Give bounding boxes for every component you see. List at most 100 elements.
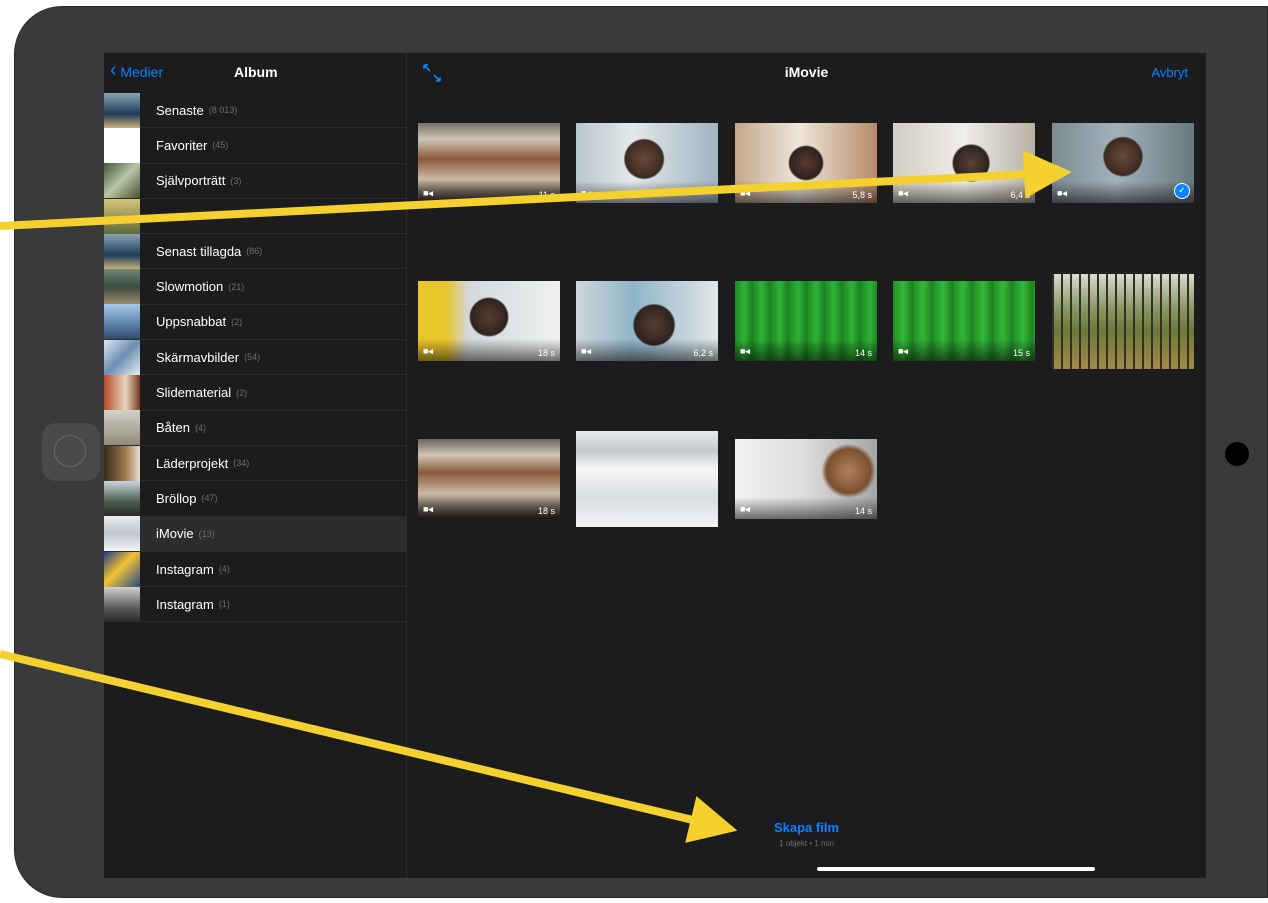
album-sidebar: ‹ Medier Album Senaste (8 013) Favoriter… bbox=[104, 53, 407, 878]
page-title: iMovie bbox=[784, 64, 829, 80]
video-camera-icon: ■◂ bbox=[740, 346, 750, 356]
album-thumbnail bbox=[104, 304, 140, 340]
home-button[interactable] bbox=[42, 423, 100, 481]
video-camera-icon: ■◂ bbox=[898, 346, 908, 356]
album-thumbnail bbox=[104, 92, 140, 128]
album-name: Bröllop bbox=[156, 490, 197, 506]
album-thumbnail bbox=[104, 127, 140, 163]
album-count: (1) bbox=[218, 599, 230, 610]
media-tile[interactable]: ■◂ 14 s bbox=[735, 281, 877, 361]
album-name: Slidematerial bbox=[156, 385, 232, 401]
album-name: Senast tillagda bbox=[156, 243, 242, 259]
album-item[interactable]: Bröllop (47) bbox=[104, 480, 406, 517]
album-thumbnail bbox=[104, 586, 140, 622]
album-item[interactable]: Slidematerial (2) bbox=[104, 375, 406, 411]
album-name: Skärmavbilder bbox=[156, 349, 240, 365]
album-count: (4) bbox=[194, 422, 206, 433]
video-camera-icon: ■◂ bbox=[423, 504, 433, 514]
create-movie-button[interactable]: Skapa film bbox=[407, 820, 1206, 835]
album-thumbnail bbox=[104, 233, 140, 269]
album-item[interactable]: Slowmotion (21) bbox=[104, 269, 406, 305]
album-thumbnail bbox=[104, 375, 140, 411]
album-item[interactable]: Läderprojekt (34) bbox=[104, 445, 406, 482]
album-thumbnail bbox=[104, 410, 140, 446]
media-tile[interactable]: ■◂ bbox=[576, 123, 718, 203]
media-tile[interactable]: ■◂ 6,4 s bbox=[893, 123, 1035, 203]
album-name: Läderprojekt bbox=[156, 455, 229, 471]
album-name: Båten bbox=[156, 420, 190, 436]
media-tile[interactable]: ■◂ 15 s bbox=[893, 281, 1035, 361]
album-thumbnail bbox=[104, 516, 140, 552]
album-name: Uppsnabbat bbox=[156, 314, 227, 330]
media-grid-panel: iMovie Avbryt ■◂ 11 s ■◂ ■◂ 5,8 s ■◂ 6,4… bbox=[407, 53, 1206, 878]
video-camera-icon: ■◂ bbox=[740, 188, 750, 198]
video-camera-icon: ■◂ bbox=[898, 188, 908, 198]
album-item[interactable]: Senast tillagda (86) bbox=[104, 233, 406, 270]
media-tile[interactable]: ■◂ 18 s bbox=[418, 281, 560, 361]
video-duration: 5,8 s bbox=[852, 190, 872, 200]
album-name: iMovie bbox=[156, 526, 194, 542]
back-label: Medier bbox=[120, 64, 164, 80]
media-photo-tile[interactable] bbox=[576, 431, 718, 527]
album-count: (2) bbox=[231, 316, 243, 327]
album-thumbnail bbox=[104, 480, 140, 516]
checkmark-icon: ✓ bbox=[1174, 183, 1190, 199]
album-count: (47) bbox=[201, 493, 218, 504]
video-duration: 11 s bbox=[538, 190, 555, 200]
sidebar-title: Album bbox=[234, 64, 278, 80]
album-count: (2) bbox=[236, 387, 248, 398]
album-item[interactable]: Självporträtt (3) bbox=[104, 163, 406, 199]
video-camera-icon: ■◂ bbox=[423, 346, 433, 356]
album-item[interactable]: Senaste (8 013) bbox=[104, 92, 406, 129]
album-item-selected[interactable]: iMovie (13) bbox=[104, 516, 406, 552]
album-name: Slowmotion bbox=[156, 279, 224, 295]
album-thumbnail bbox=[104, 339, 140, 375]
front-camera bbox=[1225, 442, 1249, 466]
video-duration: 6,4 s bbox=[1010, 190, 1030, 200]
chevron-left-icon: ‹ bbox=[110, 60, 117, 81]
album-count: (21) bbox=[228, 281, 245, 292]
album-count: (8 013) bbox=[208, 105, 238, 116]
album-item[interactable]: Favoriter (45) bbox=[104, 127, 406, 164]
home-button-ring-icon bbox=[54, 435, 86, 467]
media-tile[interactable]: ■◂ 6,2 s bbox=[576, 281, 718, 361]
album-item[interactable]: Instagram (4) bbox=[104, 551, 406, 588]
media-tile-selected[interactable]: ■◂ ✓ bbox=[1052, 123, 1194, 203]
tile-gradient bbox=[576, 181, 718, 203]
create-movie-subtitle: 1 objekt • 1 min bbox=[779, 839, 834, 848]
media-tile[interactable]: ■◂ 14 s bbox=[735, 439, 877, 519]
video-duration: 14 s bbox=[854, 348, 872, 358]
album-item[interactable]: Instagram (1) bbox=[104, 586, 406, 623]
album-item[interactable]: Skärmavbilder (54) bbox=[104, 339, 406, 376]
tile-gradient bbox=[1052, 181, 1194, 203]
album-thumbnail bbox=[104, 198, 140, 234]
cancel-button[interactable]: Avbryt bbox=[1151, 65, 1188, 80]
album-name: Instagram bbox=[156, 561, 214, 577]
video-camera-icon: ■◂ bbox=[1057, 188, 1067, 198]
video-camera-icon: ■◂ bbox=[740, 504, 750, 514]
back-button[interactable]: ‹ Medier bbox=[110, 60, 164, 81]
album-thumbnail bbox=[104, 445, 140, 481]
album-thumbnail bbox=[104, 163, 140, 199]
screen: ‹ Medier Album Senaste (8 013) Favoriter… bbox=[104, 53, 1206, 878]
media-photo-tile[interactable] bbox=[1052, 274, 1194, 369]
album-name: Självporträtt bbox=[156, 173, 226, 189]
video-duration: 15 s bbox=[1012, 348, 1030, 358]
media-tile[interactable]: ■◂ 5,8 s bbox=[735, 123, 877, 203]
media-tile[interactable]: ■◂ 11 s bbox=[418, 123, 560, 203]
album-count: (45) bbox=[212, 140, 229, 151]
media-tile[interactable]: ■◂ 18 s bbox=[418, 439, 560, 519]
album-name: Favoriter bbox=[156, 137, 208, 153]
create-movie-area[interactable]: Skapa film 1 objekt • 1 min bbox=[407, 820, 1206, 848]
album-name: Senaste bbox=[156, 102, 204, 118]
album-count: (34) bbox=[233, 458, 250, 469]
album-item[interactable]: Båten (4) bbox=[104, 410, 406, 446]
video-camera-icon: ■◂ bbox=[581, 346, 591, 356]
video-duration: 18 s bbox=[537, 348, 555, 358]
home-indicator[interactable] bbox=[817, 867, 1095, 871]
album-item[interactable] bbox=[104, 198, 406, 235]
album-count: (86) bbox=[246, 246, 263, 257]
album-item[interactable]: Uppsnabbat (2) bbox=[104, 304, 406, 341]
album-count: (4) bbox=[218, 564, 230, 574]
video-camera-icon: ■◂ bbox=[423, 188, 433, 198]
